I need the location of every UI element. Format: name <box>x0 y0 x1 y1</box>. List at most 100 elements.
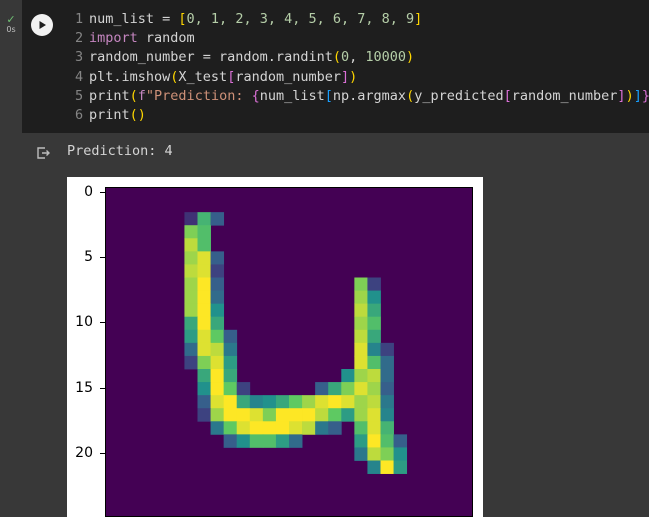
heatmap-cell <box>354 395 368 409</box>
heatmap-cell <box>341 408 355 422</box>
heatmap-cell <box>210 251 225 265</box>
y-tick-label: 15 <box>75 379 93 396</box>
heatmap-cell <box>184 329 198 344</box>
heatmap-cell <box>354 434 368 448</box>
code-token: () <box>129 106 146 123</box>
heatmap-cell <box>354 355 368 370</box>
heatmap-cell <box>380 421 394 435</box>
code-token: num_list <box>259 87 325 104</box>
code-line-4: 4 plt.imshow(X_test[random_number]) <box>75 68 649 87</box>
heatmap-cell <box>289 395 303 409</box>
heatmap-cell <box>367 329 381 344</box>
heatmap-cell <box>197 395 211 409</box>
play-icon <box>39 21 46 29</box>
code-token: random <box>137 30 195 47</box>
heatmap-cell <box>210 421 225 435</box>
heatmap-cell <box>302 408 316 422</box>
heatmap-cell <box>354 277 368 291</box>
heatmap-cell <box>367 382 381 396</box>
heatmap-cell <box>380 460 394 474</box>
heatmap-cell <box>223 408 238 422</box>
heatmap-cell <box>197 316 211 331</box>
code-line-2: 2 import random <box>75 29 649 48</box>
heatmap-cell <box>367 369 381 383</box>
heatmap-cell <box>210 290 225 305</box>
line-number: 5 <box>75 87 84 104</box>
heatmap-cell <box>184 264 198 278</box>
code-token: random_number = random.randint <box>89 49 333 66</box>
heatmap-cell <box>380 342 394 357</box>
code-line-6: 6 print() <box>75 106 649 125</box>
heatmap-cell <box>380 369 394 383</box>
heatmap-cell <box>197 342 211 357</box>
code-token: print <box>89 106 130 123</box>
code-token: 0, 1, 2, 3, 4, 5, 6, 7, 8, 9 <box>186 11 415 27</box>
check-icon: ✓ <box>6 13 16 26</box>
heatmap-cell <box>354 303 368 318</box>
heatmap-cell <box>236 434 251 448</box>
heatmap-cell <box>275 408 290 422</box>
heatmap-cell <box>262 434 277 448</box>
heatmap-cell <box>289 408 303 422</box>
heatmap-cell <box>289 434 303 448</box>
heatmap-cell <box>328 421 342 435</box>
heatmap-cell <box>367 316 381 331</box>
heatmap-cell <box>354 408 368 422</box>
heatmap-cell <box>184 238 198 252</box>
heatmap-cell <box>184 316 198 331</box>
heatmap-cell <box>275 395 290 409</box>
execution-time: 0s <box>6 25 16 34</box>
code-token: 10000 <box>365 49 407 66</box>
heatmap-cell <box>341 382 355 396</box>
heatmap-cell <box>354 447 368 461</box>
line-number: 6 <box>75 106 84 123</box>
heatmap-cell <box>236 395 251 409</box>
code-token: 0 <box>340 49 350 66</box>
code-token: [ <box>503 87 512 104</box>
heatmap-cell <box>249 408 264 422</box>
heatmap-cell <box>210 316 225 331</box>
code-token: np.argmax <box>332 87 407 104</box>
code-token: plt.imshow <box>89 68 171 85</box>
code-token: ( <box>129 87 138 104</box>
heatmap-cell <box>210 342 225 357</box>
heatmap-cell <box>341 395 355 409</box>
heatmap-cell <box>197 329 211 344</box>
heatmap-cell <box>197 251 211 265</box>
code-token: X_test <box>178 68 228 85</box>
code-token: ] <box>617 87 626 104</box>
heatmap-cell <box>236 421 251 435</box>
run-cell-button[interactable] <box>31 14 53 36</box>
code-token: ) <box>406 49 415 66</box>
heatmap-cell <box>210 355 225 370</box>
heatmap-cell <box>210 408 225 422</box>
heatmap-cell <box>367 277 381 291</box>
heatmap-cell <box>354 342 368 357</box>
code-token: import <box>89 30 138 47</box>
heatmap-cell <box>249 434 264 448</box>
output-redirect-icon[interactable] <box>35 145 51 161</box>
heatmap-cell <box>184 355 198 370</box>
heatmap-cell <box>210 395 225 409</box>
heatmap-cell <box>354 369 368 383</box>
heatmap-cell <box>380 355 394 370</box>
heatmap-cell <box>223 434 238 448</box>
heatmap-cell <box>367 303 381 318</box>
code-token: ( <box>406 87 415 104</box>
code-token: num_list = <box>89 11 179 27</box>
heatmap-cell <box>197 303 211 318</box>
heatmap-cell <box>289 421 303 435</box>
code-token: ) <box>349 68 358 85</box>
heatmap-cell <box>354 290 368 305</box>
heatmap-cell <box>315 382 329 396</box>
heatmap-cell <box>328 395 342 409</box>
heatmap-cell <box>367 395 381 409</box>
code-token: ] <box>633 87 642 104</box>
code-token: "Prediction: <box>145 87 252 104</box>
code-token: print <box>89 87 130 104</box>
code-token: [ <box>178 11 187 27</box>
heatmap-cell <box>223 369 238 383</box>
heatmap-cell <box>328 382 342 396</box>
heatmap-cell <box>341 369 355 383</box>
heatmap-cell <box>354 329 368 344</box>
